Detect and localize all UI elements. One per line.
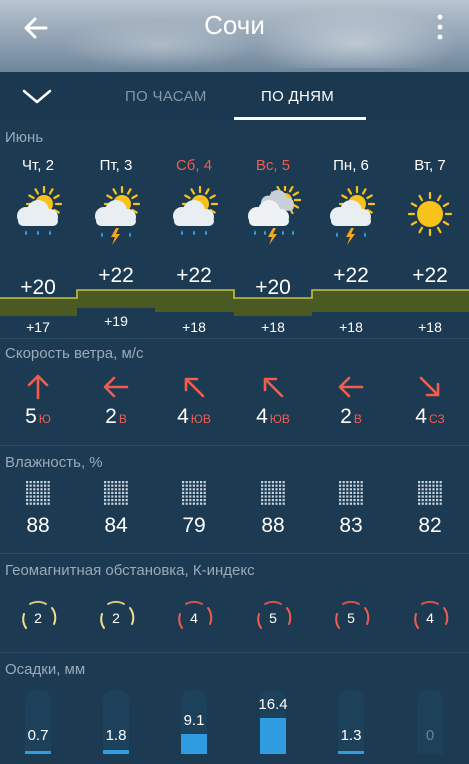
wind-direction-arrow-icon (263, 377, 284, 398)
wind-speed: 2В (312, 405, 390, 429)
precip-bar (181, 734, 207, 754)
k-index-value: 5 (347, 610, 355, 626)
wind-direction-arrow-icon (27, 374, 49, 400)
wind-direction-label: В (353, 412, 362, 426)
humidity-icon (339, 481, 363, 505)
humidity-icon (26, 481, 50, 505)
humidity-icon (182, 481, 206, 505)
geomagnetic-section-label: Геомагнитная обстановка, К-индекс (5, 562, 255, 579)
precip-value: 1.8 (105, 727, 127, 744)
day-label: Вт, 7 (414, 157, 446, 174)
wind-speed-value: 4 (177, 405, 189, 428)
divider (0, 652, 469, 653)
k-index-value: 4 (190, 610, 198, 626)
partly-cloudy-rain-icon (173, 186, 219, 235)
day-label: Сб, 4 (175, 157, 213, 174)
page-title: Сочи (204, 10, 265, 40)
humidity-icon (418, 481, 442, 505)
precip-value: 0.7 (27, 727, 49, 744)
precip-track (25, 690, 51, 754)
precip-track (103, 690, 129, 754)
divider (0, 338, 469, 339)
humidity-value: 83 (339, 514, 363, 537)
wind-direction-label: Ю (38, 412, 51, 426)
humidity-value: 79 (182, 514, 206, 537)
wind-speed: 4 ЮВ (155, 405, 233, 429)
app-header: Сочи (0, 0, 469, 72)
sun-icon (407, 191, 453, 237)
wind-speed: 4 ЮВ (234, 405, 312, 429)
wind-speed: 2В (77, 405, 155, 429)
wind-speed-value: 2 (105, 405, 117, 428)
wind-speed-value: 2 (340, 405, 352, 428)
wind-speed-value: 4 (415, 405, 427, 428)
divider (0, 445, 469, 446)
day-label: Пн, 6 (333, 157, 369, 174)
day-label: Пт, 3 (99, 157, 133, 174)
k-index-value: 2 (112, 610, 120, 626)
wind-speed-value: 5 (25, 405, 37, 428)
wind-direction-arrow-icon (184, 377, 205, 398)
wind-direction-label: ЮВ (190, 412, 211, 426)
day-label: Чт, 2 (22, 157, 54, 174)
k-index-value: 5 (269, 610, 277, 626)
humidity-value: 82 (418, 514, 442, 537)
precip-bar (25, 751, 51, 754)
tab-bar: ПО ЧАСАМ ПО ДНЯМ (0, 72, 469, 120)
wind-direction-label: СЗ (428, 412, 445, 426)
partly-cloudy-thunder-icon (330, 186, 376, 245)
active-tab-indicator (234, 117, 366, 120)
k-index-value: 4 (426, 610, 434, 626)
chevron-down-icon[interactable] (20, 86, 54, 106)
precip-value: 9.1 (183, 712, 205, 730)
partly-cloudy-thunder-icon (95, 186, 141, 245)
tab-hourly[interactable]: ПО ЧАСАМ (125, 88, 207, 105)
humidity-value: 84 (104, 514, 128, 537)
wind-direction-label: ЮВ (269, 412, 290, 426)
divider (0, 553, 469, 554)
precip-track (338, 690, 364, 754)
day-label: Вс, 5 (255, 157, 291, 174)
wind-direction-arrow-icon (338, 376, 364, 398)
temperature-band (0, 289, 469, 316)
precip-bar (260, 718, 286, 754)
precip-value: 16.4 (258, 696, 288, 713)
humidity-value: 88 (26, 514, 50, 537)
precip-bar (338, 751, 364, 754)
humidity-icon (261, 481, 285, 505)
humidity-section-label: Влажность, % (5, 454, 103, 471)
humidity-icon (104, 481, 128, 505)
precip-track (417, 690, 443, 754)
tab-daily[interactable]: ПО ДНЯМ (261, 88, 334, 105)
precip-bar (103, 750, 129, 754)
k-index-value: 2 (34, 610, 42, 626)
precip-section-label: Осадки, мм (5, 661, 86, 678)
wind-direction-label: В (118, 412, 127, 426)
wind-speed-value: 4 (256, 405, 268, 428)
precip-value: 1.3 (340, 727, 362, 744)
humidity-value: 88 (261, 514, 285, 537)
precip-value: 0 (425, 727, 435, 744)
wind-speed: 4 СЗ (391, 405, 469, 429)
month-label: Июнь (5, 129, 44, 146)
more-options-icon[interactable] (432, 12, 448, 42)
wind-section-label: Скорость ветра, м/с (5, 345, 144, 362)
partly-cloudy-rain-icon (17, 186, 63, 235)
wind-direction-arrow-icon (103, 376, 129, 398)
cloudy-thunder-rain-icon (248, 186, 302, 245)
wind-direction-arrow-icon (419, 376, 440, 397)
wind-speed: 5Ю (0, 405, 77, 429)
